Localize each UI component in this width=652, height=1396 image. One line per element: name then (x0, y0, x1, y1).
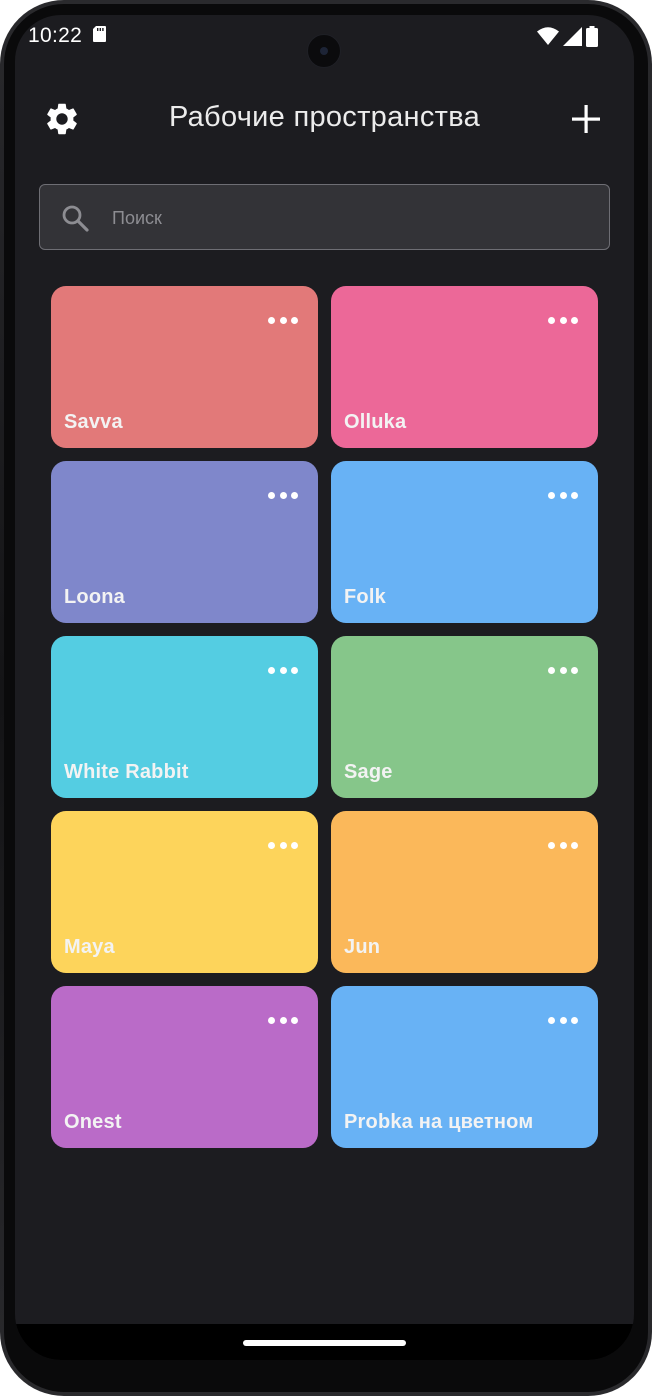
more-horizontal-icon[interactable] (268, 837, 298, 853)
app-header: Рабочие пространства (15, 91, 634, 147)
workspace-card[interactable]: Onest (51, 986, 318, 1148)
workspace-card[interactable]: Folk (331, 461, 598, 623)
workspace-name: Savva (64, 411, 123, 433)
app-screen: 10:22 Рабочие пространства Поиск Savva O… (15, 15, 634, 1360)
navigation-bar (15, 1324, 634, 1360)
more-horizontal-icon[interactable] (548, 487, 578, 503)
workspace-card[interactable]: Sage (331, 636, 598, 798)
status-bar: 10:22 (15, 15, 634, 68)
workspace-name: Onest (64, 1111, 122, 1133)
more-horizontal-icon[interactable] (548, 312, 578, 328)
workspace-card[interactable]: Savva (51, 286, 318, 448)
status-icons (537, 25, 598, 47)
workspace-card[interactable]: White Rabbit (51, 636, 318, 798)
signal-icon (563, 26, 582, 46)
search-icon (62, 205, 89, 232)
workspace-name: Folk (344, 586, 386, 608)
more-horizontal-icon[interactable] (548, 662, 578, 678)
more-horizontal-icon[interactable] (268, 487, 298, 503)
more-horizontal-icon[interactable] (268, 312, 298, 328)
sd-card-icon (93, 26, 106, 42)
workspace-name: Jun (344, 936, 381, 958)
workspace-card[interactable]: Loona (51, 461, 318, 623)
front-camera (307, 34, 341, 68)
status-time: 10:22 (28, 24, 83, 47)
wifi-icon (537, 27, 559, 45)
workspace-name: Olluka (344, 411, 407, 433)
workspace-card[interactable]: Jun (331, 811, 598, 973)
home-indicator[interactable] (243, 1340, 406, 1346)
workspace-card[interactable]: Maya (51, 811, 318, 973)
more-horizontal-icon[interactable] (268, 662, 298, 678)
workspace-name: Maya (64, 936, 115, 958)
page-title: Рабочие пространства (168, 101, 481, 133)
workspace-name: Loona (64, 586, 125, 608)
battery-icon (586, 25, 598, 47)
workspace-grid: Savva Olluka Loona Folk White Rabbit Sag… (51, 286, 598, 1148)
search-input[interactable] (110, 185, 594, 251)
more-horizontal-icon[interactable] (548, 1012, 578, 1028)
workspace-card[interactable]: Olluka (331, 286, 598, 448)
workspace-name: Probka на цветном (344, 1111, 534, 1133)
workspace-name: White Rabbit (64, 761, 189, 783)
plus-icon (572, 105, 600, 133)
device-frame: 10:22 Рабочие пространства Поиск Savva O… (0, 0, 652, 1396)
add-workspace-button[interactable] (564, 97, 608, 141)
more-horizontal-icon[interactable] (548, 837, 578, 853)
more-horizontal-icon[interactable] (268, 1012, 298, 1028)
workspace-name: Sage (344, 761, 393, 783)
search-field[interactable] (39, 184, 610, 251)
workspace-card[interactable]: Probka на цветном (331, 986, 598, 1148)
